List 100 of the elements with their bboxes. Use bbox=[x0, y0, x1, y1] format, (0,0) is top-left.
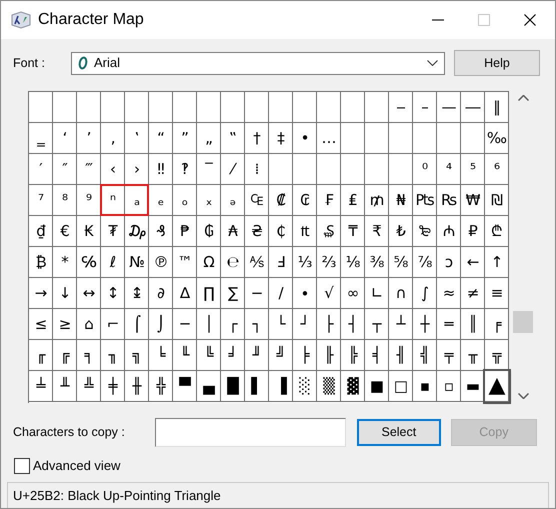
character-cell[interactable]: • bbox=[293, 123, 317, 154]
character-cell[interactable]: ▲ bbox=[485, 371, 509, 402]
character-cell[interactable]: Ω bbox=[197, 247, 221, 278]
character-cell[interactable]: ∏ bbox=[197, 278, 221, 309]
character-cell[interactable]: ╬ bbox=[149, 371, 173, 402]
character-cell[interactable]: ₫ bbox=[29, 216, 53, 247]
character-cell[interactable] bbox=[389, 154, 413, 185]
help-button[interactable]: Help bbox=[454, 50, 540, 76]
character-cell[interactable]: ╖ bbox=[101, 340, 125, 371]
character-cell[interactable]: ■ bbox=[365, 371, 389, 402]
character-cell[interactable]: □ bbox=[389, 371, 413, 402]
character-cell[interactable]: ╣ bbox=[413, 340, 437, 371]
font-dropdown[interactable]: Arial bbox=[70, 52, 445, 74]
character-cell[interactable] bbox=[29, 92, 53, 123]
character-cell[interactable]: ⁿ bbox=[101, 185, 125, 216]
character-cell[interactable]: ₨ bbox=[437, 185, 461, 216]
character-cell[interactable]: ‚ bbox=[101, 123, 125, 154]
character-cell[interactable] bbox=[197, 92, 221, 123]
character-cell[interactable]: ₪ bbox=[485, 185, 509, 216]
character-cell[interactable]: ‡ bbox=[269, 123, 293, 154]
character-cell[interactable]: … bbox=[317, 123, 341, 154]
character-cell[interactable]: ₯ bbox=[125, 216, 149, 247]
character-cell[interactable]: ⁹ bbox=[77, 185, 101, 216]
character-cell[interactable]: ↄ bbox=[437, 247, 461, 278]
character-cell[interactable]: ‘ bbox=[53, 123, 77, 154]
advanced-view-checkbox[interactable] bbox=[14, 458, 30, 474]
character-cell[interactable]: ⁶ bbox=[485, 154, 509, 185]
character-cell[interactable] bbox=[269, 154, 293, 185]
character-cell[interactable]: ™ bbox=[173, 247, 197, 278]
character-cell[interactable]: ┴ bbox=[389, 309, 413, 340]
character-cell[interactable]: Ⅎ bbox=[269, 247, 293, 278]
character-cell[interactable] bbox=[461, 123, 485, 154]
character-cell[interactable]: ┤ bbox=[341, 309, 365, 340]
character-cell[interactable] bbox=[365, 154, 389, 185]
character-cell[interactable] bbox=[245, 92, 269, 123]
character-cell[interactable]: ₠ bbox=[245, 185, 269, 216]
character-cell[interactable]: ∂ bbox=[149, 278, 173, 309]
character-cell[interactable]: ┘ bbox=[293, 309, 317, 340]
character-cell[interactable]: ‾ bbox=[197, 154, 221, 185]
character-cell[interactable]: ₺ bbox=[389, 216, 413, 247]
character-cell[interactable]: ₮ bbox=[101, 216, 125, 247]
character-cell[interactable]: ₑ bbox=[149, 185, 173, 216]
character-cell[interactable]: ▓ bbox=[341, 371, 365, 402]
character-cell[interactable]: ₥ bbox=[365, 185, 389, 216]
character-cell[interactable]: ₦ bbox=[389, 185, 413, 216]
scroll-up-icon[interactable] bbox=[518, 95, 528, 101]
character-cell[interactable]: ‟ bbox=[221, 123, 245, 154]
character-cell[interactable]: ₓ bbox=[197, 185, 221, 216]
character-cell[interactable]: ₵ bbox=[269, 216, 293, 247]
character-cell[interactable]: ↕ bbox=[101, 278, 125, 309]
character-cell[interactable]: ₡ bbox=[269, 185, 293, 216]
character-cell[interactable]: ₔ bbox=[221, 185, 245, 216]
character-cell[interactable] bbox=[173, 92, 197, 123]
character-cell[interactable]: ┬ bbox=[365, 309, 389, 340]
character-cell[interactable]: ╧ bbox=[29, 371, 53, 402]
character-cell[interactable]: ╙ bbox=[173, 340, 197, 371]
character-cell[interactable]: ∫ bbox=[413, 278, 437, 309]
character-cell[interactable]: ⁞ bbox=[245, 154, 269, 185]
character-cell[interactable]: ∕ bbox=[269, 278, 293, 309]
character-cell[interactable]: ╥ bbox=[461, 340, 485, 371]
character-cell[interactable]: ⁵ bbox=[461, 154, 485, 185]
character-cell[interactable]: ≤ bbox=[29, 309, 53, 340]
character-cell[interactable]: █ bbox=[221, 371, 245, 402]
character-cell[interactable]: ⅞ bbox=[413, 247, 437, 278]
character-cell[interactable]: ⅝ bbox=[389, 247, 413, 278]
character-cell[interactable]: — bbox=[437, 92, 461, 123]
character-cell[interactable]: № bbox=[125, 247, 149, 278]
character-cell[interactable]: ₧ bbox=[413, 185, 437, 216]
character-cell[interactable]: ▀ bbox=[173, 371, 197, 402]
character-cell[interactable]: ∞ bbox=[341, 278, 365, 309]
character-cell[interactable]: ∆ bbox=[173, 278, 197, 309]
character-cell[interactable]: ╛ bbox=[221, 340, 245, 371]
character-cell[interactable]: ₽ bbox=[461, 216, 485, 247]
character-cell[interactable]: ₶ bbox=[293, 216, 317, 247]
select-button[interactable]: Select bbox=[356, 419, 441, 446]
character-cell[interactable]: ║ bbox=[461, 309, 485, 340]
character-cell[interactable]: ₳ bbox=[221, 216, 245, 247]
character-cell[interactable]: ⌂ bbox=[77, 309, 101, 340]
character-cell[interactable]: ▒ bbox=[317, 371, 341, 402]
character-cell[interactable]: ⁴ bbox=[437, 154, 461, 185]
character-cell[interactable]: ₒ bbox=[173, 185, 197, 216]
character-cell[interactable]: ‖ bbox=[485, 92, 509, 123]
character-cell[interactable]: ═ bbox=[437, 309, 461, 340]
character-cell[interactable]: ₿ bbox=[29, 247, 53, 278]
character-cell[interactable]: ₰ bbox=[149, 216, 173, 247]
character-cell[interactable]: ╢ bbox=[389, 340, 413, 371]
character-cell[interactable]: ₷ bbox=[317, 216, 341, 247]
character-cell[interactable]: – bbox=[413, 92, 437, 123]
character-cell[interactable]: ╗ bbox=[125, 340, 149, 371]
character-cell[interactable]: ╫ bbox=[125, 371, 149, 402]
character-cell[interactable]: ∑ bbox=[221, 278, 245, 309]
character-cell[interactable]: ↑ bbox=[485, 247, 509, 278]
character-cell[interactable]: ₩ bbox=[461, 185, 485, 216]
character-cell[interactable]: ― bbox=[461, 92, 485, 123]
character-cell[interactable]: ▪ bbox=[413, 371, 437, 402]
character-cell[interactable]: ░ bbox=[293, 371, 317, 402]
character-cell[interactable]: ₤ bbox=[341, 185, 365, 216]
character-cell[interactable]: * bbox=[53, 247, 77, 278]
character-cell[interactable]: ⅔ bbox=[317, 247, 341, 278]
character-cell[interactable]: ‹ bbox=[101, 154, 125, 185]
